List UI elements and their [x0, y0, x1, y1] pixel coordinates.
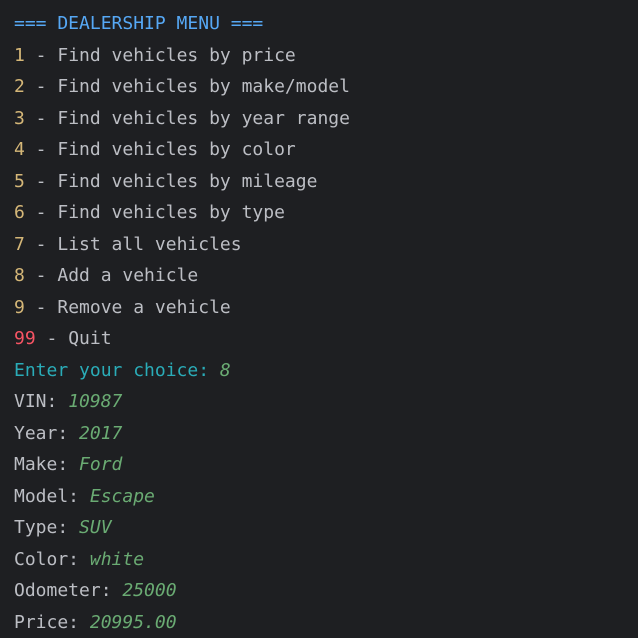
field-label: Make:	[14, 454, 80, 475]
menu-item-label: Find vehicles by color	[57, 139, 296, 160]
choice-prompt-line[interactable]: Enter your choice: 8	[14, 360, 638, 392]
menu-item-find-by-make-model: 2 - Find vehicles by make/model	[14, 76, 638, 108]
menu-item-label: Find vehicles by type	[57, 202, 285, 223]
menu-item-separator: -	[24, 202, 58, 223]
menu-item-label: Find vehicles by mileage	[57, 170, 318, 192]
menu-item-separator: -	[24, 76, 58, 97]
menu-item-number: 8	[14, 265, 25, 286]
menu-item-number: 1	[14, 44, 25, 66]
field-label: Color:	[14, 548, 90, 570]
menu-item-number: 4	[14, 139, 25, 160]
menu-item-separator: -	[24, 44, 58, 66]
menu-item-label: Find vehicles by year range	[57, 107, 350, 129]
menu-header: === DEALERSHIP MENU ===	[14, 13, 264, 34]
field-year[interactable]: Year: 2017	[14, 423, 638, 455]
menu-item-add-vehicle: 8 - Add a vehicle	[14, 265, 638, 297]
menu-item-label: Remove a vehicle	[57, 296, 231, 318]
menu-item-remove-vehicle: 9 - Remove a vehicle	[14, 297, 638, 329]
menu-item-quit: 99 - Quit	[14, 328, 638, 360]
menu-item-number: 2	[14, 76, 25, 97]
field-input-value[interactable]: 2017	[79, 423, 122, 444]
menu-item-list-all: 7 - List all vehicles	[14, 234, 638, 266]
menu-item-number: 6	[14, 202, 25, 223]
menu-item-find-by-price: 1 - Find vehicles by price	[14, 45, 638, 77]
field-label: Odometer:	[14, 580, 123, 601]
menu-item-separator: -	[24, 107, 58, 129]
menu-item-find-by-type: 6 - Find vehicles by type	[14, 202, 638, 234]
menu-item-label: Find vehicles by price	[57, 44, 296, 66]
menu-item-number: 9	[14, 296, 25, 318]
field-label: Price:	[14, 611, 90, 633]
field-input-value[interactable]: 25000	[122, 580, 176, 601]
menu-item-separator: -	[24, 170, 58, 192]
menu-item-number: 7	[14, 233, 25, 255]
field-input-value[interactable]: white	[90, 549, 144, 570]
menu-item-separator: -	[24, 265, 58, 286]
field-input-value[interactable]: 20995.00	[90, 612, 177, 633]
field-input-value[interactable]: 10987	[68, 391, 122, 412]
field-make[interactable]: Make: Ford	[14, 454, 638, 486]
field-price[interactable]: Price: 20995.00	[14, 612, 638, 638]
menu-item-separator: -	[35, 328, 69, 349]
field-vin[interactable]: VIN: 10987	[14, 391, 638, 423]
menu-item-find-by-mileage: 5 - Find vehicles by mileage	[14, 171, 638, 203]
menu-item-separator: -	[24, 233, 58, 255]
menu-item-find-by-color: 4 - Find vehicles by color	[14, 139, 638, 171]
menu-item-find-by-year-range: 3 - Find vehicles by year range	[14, 108, 638, 140]
field-label: Year:	[14, 422, 80, 444]
field-model[interactable]: Model: Escape	[14, 486, 638, 518]
choice-prompt-label: Enter your choice:	[14, 359, 220, 381]
field-input-value[interactable]: SUV	[79, 517, 112, 538]
field-color[interactable]: Color: white	[14, 549, 638, 581]
menu-item-label: List all vehicles	[57, 233, 242, 255]
menu-item-separator: -	[24, 296, 58, 318]
field-label: Model:	[14, 485, 90, 507]
choice-input-value[interactable]: 8	[220, 360, 231, 381]
menu-item-number: 99	[14, 328, 36, 349]
menu-item-label: Find vehicles by make/model	[57, 76, 350, 97]
field-label: VIN:	[14, 391, 69, 412]
menu-item-number: 3	[14, 107, 25, 129]
field-label: Type:	[14, 517, 80, 538]
field-type[interactable]: Type: SUV	[14, 517, 638, 549]
menu-item-separator: -	[24, 139, 58, 160]
console-output[interactable]: === DEALERSHIP MENU === 1 - Find vehicle…	[0, 0, 638, 638]
field-input-value[interactable]: Ford	[79, 454, 122, 475]
menu-item-number: 5	[14, 170, 25, 192]
field-odometer[interactable]: Odometer: 25000	[14, 580, 638, 612]
menu-item-label: Quit	[68, 328, 112, 349]
field-input-value[interactable]: Escape	[90, 486, 155, 507]
menu-item-label: Add a vehicle	[57, 265, 199, 286]
